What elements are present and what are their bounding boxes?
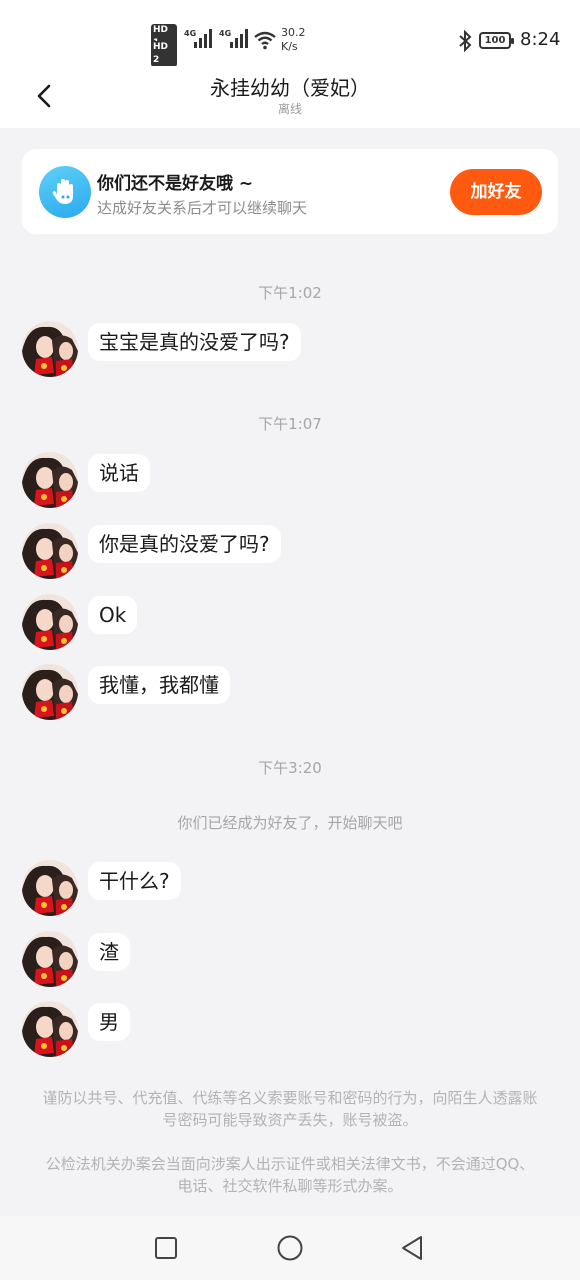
- message-bubble[interactable]: 你是真的没爱了吗?: [88, 525, 281, 563]
- system-message: 你们已经成为好友了，开始聊天吧: [177, 814, 403, 832]
- signal-icon: [194, 29, 212, 48]
- signal-2-icon: [230, 29, 248, 48]
- message-bubble[interactable]: 男: [88, 1003, 130, 1041]
- avatar[interactable]: [22, 931, 78, 987]
- message-bubble[interactable]: 干什么?: [88, 862, 181, 900]
- home-icon: [277, 1235, 303, 1261]
- clock: 8:24: [520, 29, 561, 50]
- recent-apps-icon: [155, 1237, 177, 1259]
- system-nav-bar: [0, 1216, 580, 1280]
- avatar[interactable]: [22, 321, 78, 377]
- back-nav-button[interactable]: [396, 1232, 428, 1264]
- avatar[interactable]: [22, 523, 78, 579]
- home-button[interactable]: [274, 1232, 306, 1264]
- avatar[interactable]: [22, 1001, 78, 1057]
- bluetooth-icon: [459, 29, 472, 53]
- not-friend-banner: 你们还不是好友哦 ~ 达成好友关系后才可以继续聊天 加好友: [22, 149, 558, 234]
- chat-screen: HD 1 HD 2 4G 4G 30.2 K/s: [0, 0, 580, 1280]
- timestamp: 下午1:02: [258, 284, 322, 302]
- message-bubble[interactable]: 说话: [88, 454, 150, 492]
- timestamp: 下午3:20: [258, 759, 322, 777]
- add-friend-button[interactable]: 加好友: [450, 169, 542, 215]
- avatar[interactable]: [22, 594, 78, 650]
- security-notice: 谨防以共号、代充值、代练等名义索要账号和密码的行为，向陌生人透露账号密码可能导致…: [42, 1089, 538, 1129]
- police-notice: 公检法机关办案会当面向涉案人出示证件或相关法律文书，不会通过QQ、电话、社交软件…: [45, 1155, 535, 1195]
- banner-subtitle: 达成好友关系后才可以继续聊天: [97, 199, 308, 217]
- avatar[interactable]: [22, 860, 78, 916]
- network-speed: 30.2 K/s: [281, 26, 306, 53]
- status-bar: HD 1 HD 2 4G 4G 30.2 K/s: [0, 0, 580, 67]
- online-status: 离线: [277, 102, 302, 116]
- hd2-badge: HD 2: [151, 41, 177, 67]
- back-nav-icon: [402, 1236, 422, 1260]
- message-bubble[interactable]: 我懂，我都懂: [88, 666, 230, 704]
- avatar[interactable]: [22, 664, 78, 720]
- hd-badges: HD 1 HD 2: [151, 24, 177, 67]
- message-bubble[interactable]: 渣: [88, 933, 130, 971]
- hand-icon: [39, 166, 91, 218]
- battery-icon: 100: [479, 32, 514, 49]
- recent-apps-button[interactable]: [150, 1232, 182, 1264]
- message-bubble[interactable]: Ok: [88, 596, 138, 634]
- avatar[interactable]: [22, 452, 78, 508]
- banner-title: 你们还不是好友哦 ~: [97, 174, 254, 194]
- wifi-icon: [254, 31, 276, 50]
- contact-name[interactable]: 永挂幼幼（爱妃）: [0, 72, 580, 101]
- timestamp: 下午1:07: [258, 415, 322, 433]
- chat-header: 永挂幼幼（爱妃） 离线: [0, 66, 580, 128]
- message-bubble[interactable]: 宝宝是真的没爱了吗?: [88, 323, 301, 361]
